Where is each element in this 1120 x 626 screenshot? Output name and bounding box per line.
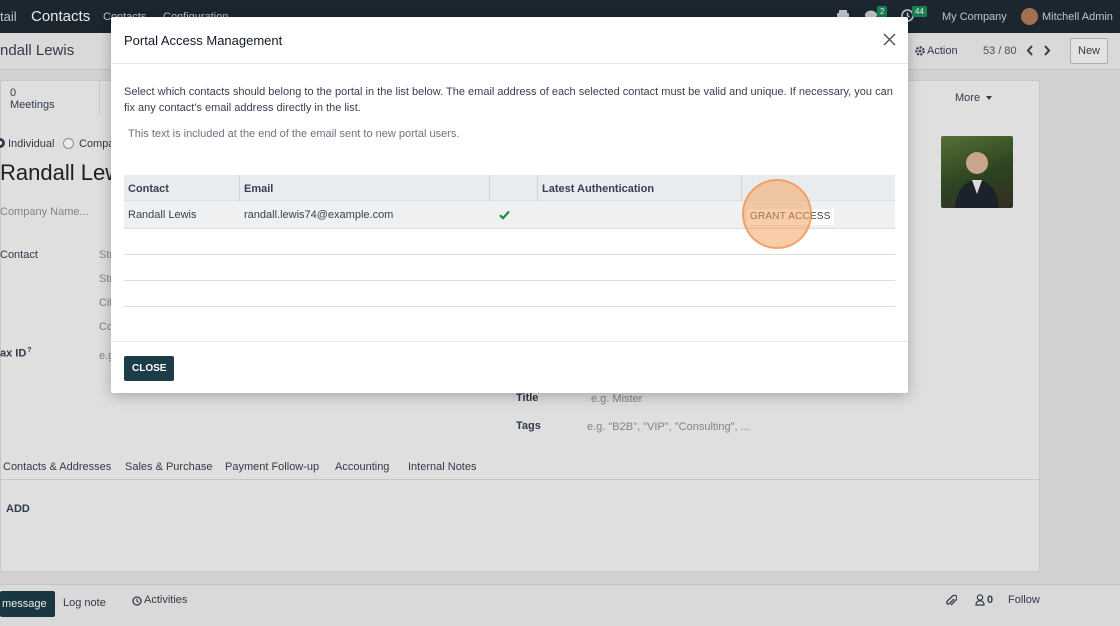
dialog-title: Portal Access Management — [124, 33, 283, 48]
dialog-description: Select which contacts should belong to t… — [124, 86, 893, 114]
column-divider — [489, 175, 490, 201]
table-header: Contact Email Latest Authentication — [124, 175, 895, 201]
empty-row — [124, 255, 895, 281]
row-contact[interactable]: Randall Lewis — [128, 209, 196, 221]
column-email[interactable]: Email — [244, 183, 273, 195]
empty-row — [124, 229, 895, 255]
close-icon[interactable] — [881, 31, 898, 48]
dialog-footer: CLOSE — [111, 341, 908, 393]
grant-access-button[interactable]: GRANT ACCESS — [747, 209, 834, 225]
column-divider — [741, 175, 742, 201]
check-icon — [499, 210, 510, 220]
row-email[interactable]: randall.lewis74@example.com — [244, 209, 393, 221]
empty-row — [124, 281, 895, 307]
dialog-header: Portal Access Management — [111, 17, 908, 64]
welcome-message-note[interactable]: This text is included at the end of the … — [128, 128, 459, 140]
close-button[interactable]: CLOSE — [124, 356, 175, 381]
table-row[interactable]: Randall Lewis randall.lewis74@example.co… — [124, 201, 895, 229]
column-contact[interactable]: Contact — [128, 183, 169, 195]
column-divider — [537, 175, 538, 201]
portal-access-dialog: Portal Access Management Select which co… — [111, 17, 908, 393]
column-latest-authentication[interactable]: Latest Authentication — [542, 183, 654, 195]
portal-users-table: Contact Email Latest Authentication Rand… — [124, 175, 895, 307]
column-divider — [239, 175, 240, 201]
